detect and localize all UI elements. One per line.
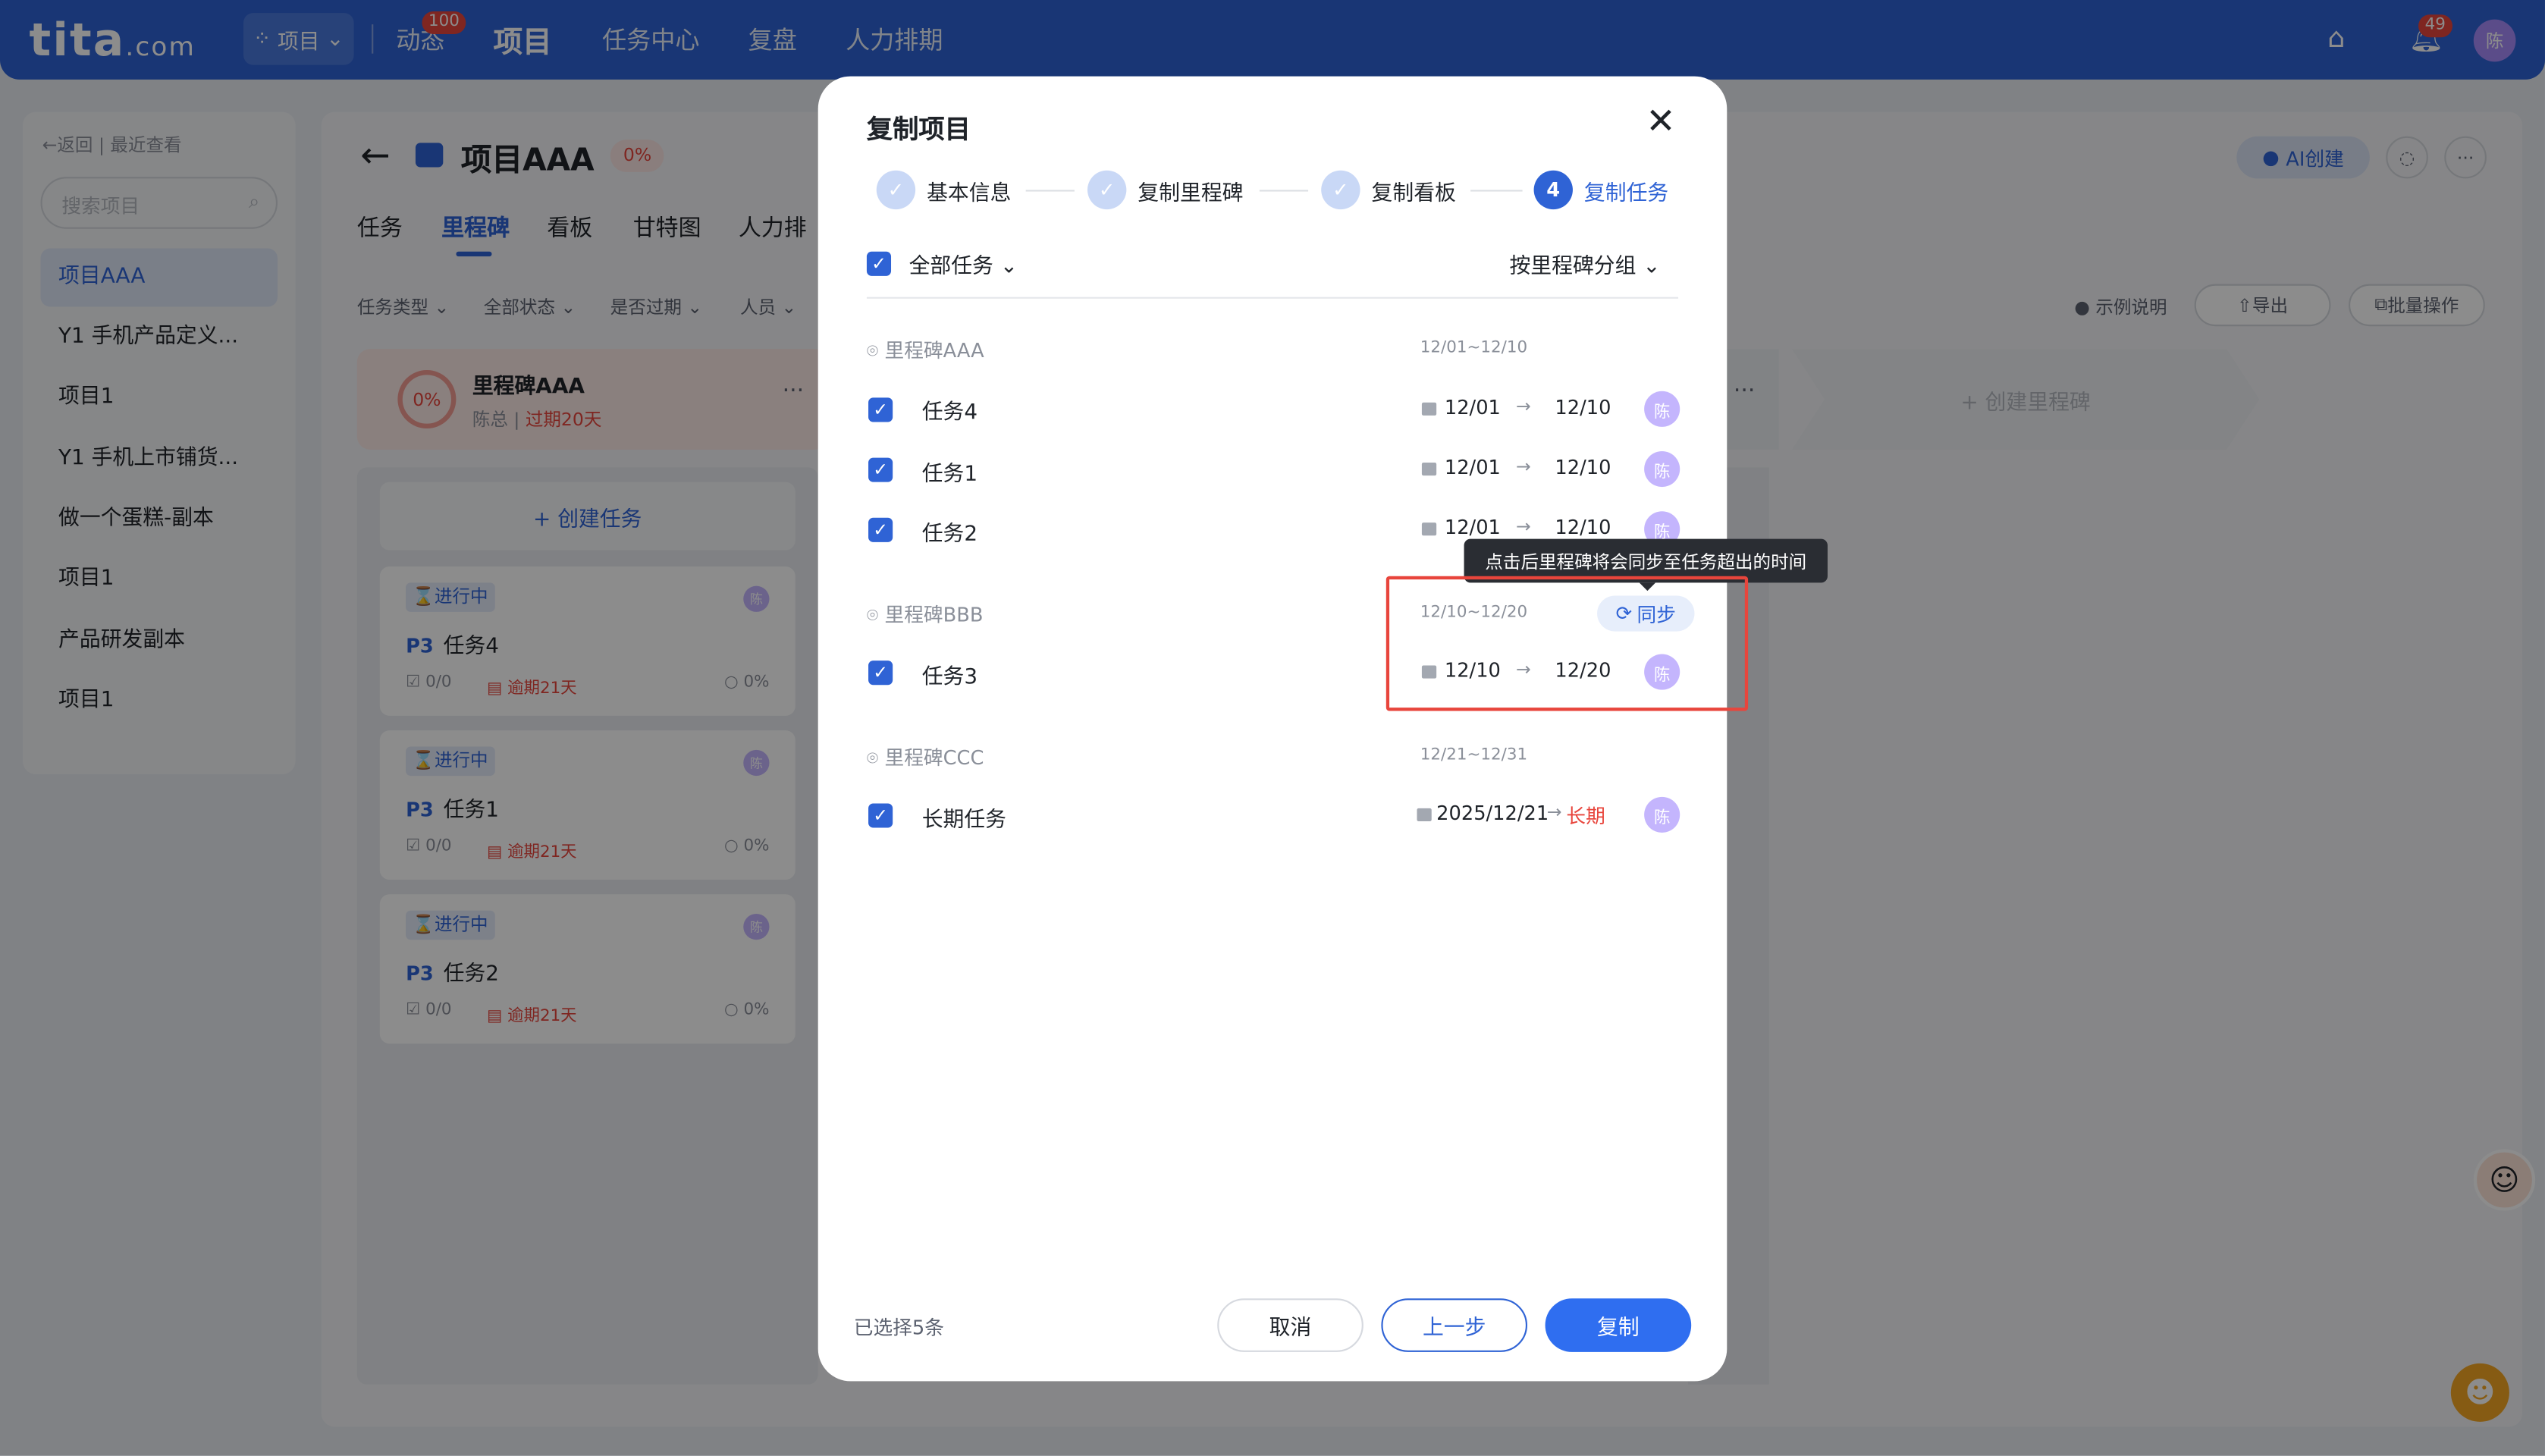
task-start-date[interactable]: 12/01 <box>1445 456 1501 479</box>
task-end-date[interactable]: 12/10 <box>1555 456 1611 479</box>
group-by-dropdown[interactable]: 按里程碑分组 ⌄ <box>1509 248 1660 279</box>
step-connector <box>1470 190 1523 192</box>
task-start-date[interactable]: 12/01 <box>1445 516 1501 539</box>
arrow-right-icon: → <box>1516 456 1531 478</box>
check-icon: ✓ <box>876 170 916 210</box>
close-icon[interactable]: ✕ <box>1646 102 1675 145</box>
check-icon: ✓ <box>1321 170 1360 210</box>
avatar: 陈 <box>1644 391 1680 427</box>
copy-button[interactable]: 复制 <box>1545 1298 1692 1352</box>
location-pin-icon: ⌾ <box>866 339 879 362</box>
task-checkbox[interactable]: ✓ <box>868 397 893 422</box>
task-checkbox[interactable]: ✓ <box>868 457 893 482</box>
arrow-right-icon: → <box>1516 396 1531 418</box>
step-basic-info[interactable]: ✓ 基本信息 <box>876 170 1011 210</box>
step-copy-kanban[interactable]: ✓ 复制看板 <box>1321 170 1456 210</box>
cancel-button[interactable]: 取消 <box>1217 1298 1364 1352</box>
location-pin-icon: ⌾ <box>866 604 879 627</box>
task-checkbox[interactable]: ✓ <box>868 803 893 828</box>
step-connector <box>1025 190 1075 192</box>
milestone-group-header: ⌾ 里程碑BBB <box>866 604 984 627</box>
calendar-icon <box>1421 522 1437 536</box>
calendar-icon <box>1417 808 1432 821</box>
task-end-date[interactable]: 12/10 <box>1555 396 1611 419</box>
task-start-date[interactable]: 12/01 <box>1445 396 1501 419</box>
task-name: 任务1 <box>921 462 978 488</box>
task-name: 任务2 <box>921 522 978 548</box>
check-icon: ✓ <box>1087 170 1127 210</box>
avatar: 陈 <box>1644 796 1680 833</box>
milestone-group-header: ⌾ 里程碑AAA <box>866 339 984 362</box>
task-checkbox[interactable]: ✓ <box>868 661 893 686</box>
task-checkbox[interactable]: ✓ <box>868 517 893 542</box>
milestone-date-range: 12/21~12/31 <box>1420 746 1528 765</box>
avatar: 陈 <box>1644 451 1680 488</box>
highlight-annotation-box <box>1385 576 1749 711</box>
step-copy-tasks[interactable]: 4 复制任务 <box>1533 170 1668 210</box>
arrow-right-icon: → <box>1516 516 1531 538</box>
divider <box>866 297 1679 299</box>
selected-count: 已选择5条 <box>853 1316 944 1339</box>
milestone-group-header: ⌾ 里程碑CCC <box>866 746 984 770</box>
task-end-date[interactable]: 12/10 <box>1555 516 1611 539</box>
location-pin-icon: ⌾ <box>866 746 879 770</box>
previous-step-button[interactable]: 上一步 <box>1381 1298 1528 1352</box>
copy-project-dialog: 复制项目 ✕ ✓ 基本信息 ✓ 复制里程碑 ✓ 复制看板 4 复制任务 ✓ 全部任务 ⌄… <box>817 76 1828 1382</box>
calendar-icon <box>1421 402 1437 416</box>
step-connector <box>1259 190 1309 192</box>
task-end-date[interactable]: 长期 <box>1566 802 1605 829</box>
task-name: 任务4 <box>921 400 978 425</box>
select-all-checkbox[interactable]: ✓ <box>866 251 892 276</box>
dialog-title: 复制项目 <box>866 113 971 145</box>
task-name: 任务3 <box>921 665 978 690</box>
all-tasks-dropdown[interactable]: 全部任务 ⌄ <box>909 248 1018 279</box>
calendar-icon <box>1421 462 1437 476</box>
task-start-date[interactable]: 2025/12/21 <box>1436 802 1549 824</box>
arrow-right-icon: → <box>1546 802 1562 824</box>
step-copy-milestones[interactable]: ✓ 复制里程碑 <box>1087 170 1244 210</box>
step-number: 4 <box>1533 170 1573 210</box>
task-name: 长期任务 <box>921 808 1007 833</box>
milestone-date-range: 12/01~12/10 <box>1420 339 1528 357</box>
